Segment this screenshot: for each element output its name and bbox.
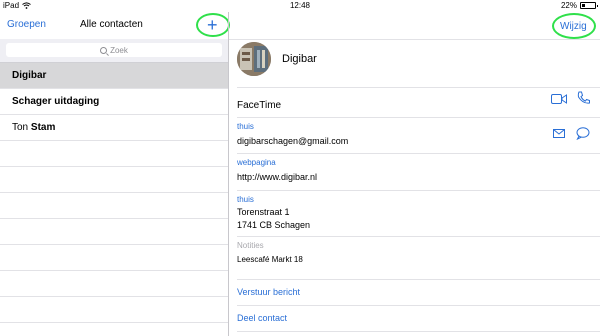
address-type-label: thuis — [237, 195, 254, 204]
address-line2[interactable]: 1741 CB Schagen — [237, 219, 600, 231]
list-item[interactable]: Digibar — [0, 63, 228, 89]
share-contact-button[interactable]: Deel contact — [237, 313, 287, 323]
contact-detail-pane: Wijzig Digibar FaceTime thuis digibarsch… — [229, 12, 600, 336]
empty-row — [0, 297, 228, 323]
web-value[interactable]: http://www.digibar.nl — [237, 171, 600, 183]
message-icon[interactable] — [576, 127, 590, 140]
empty-row — [0, 141, 228, 167]
empty-row — [0, 193, 228, 219]
list-item[interactable]: Ton Stam — [0, 115, 228, 141]
list-item-label: Digibar — [12, 70, 47, 81]
notes-section: Notities Leescafé Markt 18 — [237, 241, 600, 266]
contacts-list: Digibar Schager uitdaging Ton Stam — [0, 63, 228, 323]
web-type-label: webpagina — [237, 158, 276, 167]
contacts-list-pane: Groepen Alle contacten + Zoek Digibar Sc… — [0, 12, 230, 336]
facetime-label: FaceTime — [237, 100, 282, 111]
empty-row — [0, 167, 228, 193]
divider — [237, 236, 600, 237]
notes-label: Notities — [237, 241, 264, 250]
contacts-nav-bar: Groepen Alle contacten + — [0, 12, 230, 39]
web-section: webpagina http://www.digibar.nl — [237, 158, 600, 183]
clock: 12:48 — [289, 1, 311, 10]
add-contact-button[interactable]: + — [196, 13, 230, 37]
empty-row — [0, 271, 228, 297]
divider — [237, 279, 600, 280]
divider — [237, 305, 600, 306]
address-line1[interactable]: Torenstraat 1 — [237, 206, 600, 218]
status-right: 22% — [560, 1, 598, 10]
nav-divider — [229, 39, 600, 40]
search-bar: Zoek — [0, 39, 228, 63]
search-input[interactable]: Zoek — [6, 43, 222, 57]
facetime-row: FaceTime — [237, 95, 600, 113]
video-icon[interactable] — [551, 93, 567, 105]
edit-button[interactable]: Wijzig — [552, 13, 596, 39]
email-type-label: thuis — [237, 122, 254, 131]
email-section: thuis digibarschagen@gmail.com — [237, 122, 600, 147]
battery-icon — [580, 2, 598, 9]
battery-percent: 22% — [560, 1, 577, 10]
send-message-button[interactable]: Verstuur bericht — [237, 287, 300, 297]
mail-icon[interactable] — [553, 129, 565, 138]
divider — [237, 331, 600, 332]
groups-button[interactable]: Groepen — [7, 19, 46, 30]
divider — [237, 87, 600, 88]
phone-icon[interactable] — [577, 91, 590, 105]
contact-name: Digibar — [282, 53, 317, 65]
notes-value[interactable]: Leescafé Markt 18 — [237, 254, 600, 266]
search-icon — [100, 46, 108, 54]
divider — [237, 190, 600, 191]
email-value[interactable]: digibarschagen@gmail.com — [237, 135, 600, 147]
address-section: thuis Torenstraat 1 1741 CB Schagen — [237, 195, 600, 231]
page-title: Alle contacten — [80, 19, 143, 30]
list-item-label: Schager uitdaging — [12, 96, 100, 107]
list-item[interactable]: Schager uitdaging — [0, 89, 228, 115]
divider — [237, 153, 600, 154]
list-item-label: Ton Stam — [12, 122, 56, 133]
divider — [237, 117, 600, 118]
status-bar: iPad 12:48 22% — [0, 0, 600, 12]
search-placeholder: Zoek — [110, 45, 128, 55]
empty-row — [0, 219, 228, 245]
empty-row — [0, 245, 228, 271]
edit-label: Wijzig — [560, 21, 587, 32]
avatar — [237, 42, 271, 76]
plus-icon: + — [207, 15, 218, 35]
